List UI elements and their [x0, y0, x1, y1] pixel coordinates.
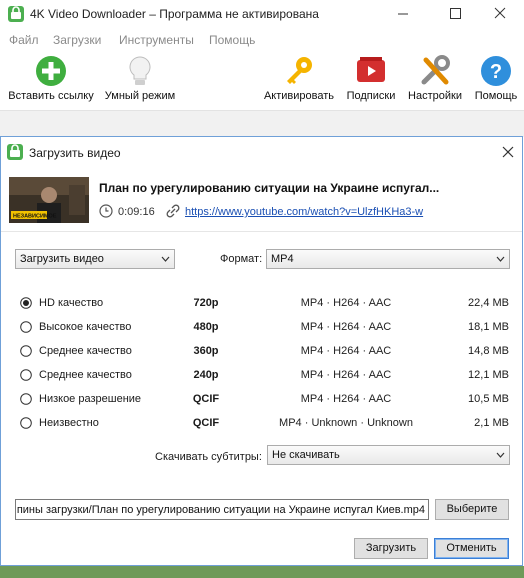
menu-file[interactable]: Файл [9, 33, 39, 47]
quality-option-row[interactable]: Неизвестно QCIF MP4 · Unknown · Unknown 2,1… [1, 413, 521, 435]
help-label: Помощь [474, 90, 518, 102]
quality-codec: MP4 · H264 · AAC [300, 297, 392, 309]
download-type-select[interactable]: Загрузить видео [15, 249, 175, 269]
quality-name: Низкое разрешение [39, 393, 142, 405]
quality-codec: MP4 · Unknown · Unknown [279, 417, 413, 429]
download-list-area [0, 111, 524, 137]
quality-radio[interactable] [20, 417, 32, 429]
window-title: 4K Video Downloader – Программа не актив… [30, 7, 319, 21]
quality-option-row[interactable]: Среднее качество 360p MP4 · H264 · AAC 14,8… [1, 341, 521, 363]
chevron-down-icon [161, 256, 170, 262]
download-video-dialog: Загрузить видео НЕЗАВИСИМОЕ План по урег… [0, 136, 523, 566]
quality-name: Среднее качество [39, 369, 132, 381]
dialog-title: Загрузить видео [29, 146, 121, 160]
format-label: Формат: [220, 253, 263, 265]
activate-label: Активировать [263, 90, 335, 102]
menu-downloads[interactable]: Загрузки [53, 33, 101, 47]
quality-option-row[interactable]: Низкое разрешение QCIF MP4 · H264 · AAC 10,… [1, 389, 521, 411]
paste-link-label: Вставить ссылку [8, 90, 94, 102]
quality-resolution: 240p [193, 369, 219, 381]
app-logo-icon [8, 6, 24, 22]
quality-radio[interactable] [20, 369, 32, 381]
paste-link-button[interactable]: Вставить ссылку [6, 54, 96, 108]
help-icon: ? [481, 56, 511, 86]
close-icon[interactable] [499, 143, 517, 161]
key-icon [287, 57, 312, 84]
quality-radio[interactable] [20, 393, 32, 405]
help-button[interactable]: ? Помощь [470, 54, 522, 108]
thumbnail-badge: НЕЗАВИСИМОЕ [13, 214, 57, 220]
subtitles-value: Не скачивать [272, 449, 340, 461]
format-value: MP4 [271, 253, 294, 265]
format-select[interactable]: MP4 [266, 249, 510, 269]
quality-codec: MP4 · H264 · AAC [300, 393, 392, 405]
link-icon [166, 204, 180, 218]
quality-size: 2,1 MB [474, 417, 509, 429]
video-duration: 0:09:16 [118, 206, 155, 218]
subtitles-label: Скачивать субтитры: [155, 451, 262, 463]
thumbnail-image: НЕЗАВИСИМОЕ [9, 177, 89, 223]
quality-option-row[interactable]: HD качество 720p MP4 · H264 · AAC 22,4 MB [1, 293, 521, 315]
chevron-down-icon [496, 256, 505, 262]
cancel-button[interactable]: Отменить [434, 538, 509, 559]
quality-codec: MP4 · H264 · AAC [300, 345, 392, 357]
smart-mode-label: Умный режим [104, 90, 176, 102]
tools-icon [421, 55, 450, 85]
plus-icon [36, 56, 66, 86]
save-path-value: пины загрузки/План по урегулированию сит… [16, 504, 425, 516]
menu-tools[interactable]: Инструменты [119, 33, 194, 47]
quality-name: Среднее качество [39, 345, 132, 357]
quality-name: HD качество [39, 297, 104, 309]
save-path-input[interactable]: пины загрузки/План по урегулированию сит… [15, 499, 429, 520]
settings-label: Настройки [408, 90, 462, 102]
menu-bar: Файл Загрузки Инструменты Помощь [0, 28, 524, 52]
maximize-icon[interactable] [432, 0, 478, 28]
quality-size: 10,5 MB [468, 393, 509, 405]
quality-radio[interactable] [20, 297, 32, 309]
quality-name: Неизвестно [39, 417, 99, 429]
title-bar: 4K Video Downloader – Программа не актив… [0, 0, 524, 28]
video-url-link[interactable]: https://www.youtube.com/watch?v=UlzfHKHa… [185, 206, 423, 218]
quality-codec: MP4 · H264 · AAC [300, 321, 392, 333]
quality-resolution: QCIF [192, 417, 220, 429]
chevron-down-icon [496, 452, 505, 458]
quality-size: 12,1 MB [468, 369, 509, 381]
download-button[interactable]: Загрузить [354, 538, 428, 559]
quality-radio[interactable] [20, 321, 32, 333]
toolbar: Вставить ссылку Умный режим Активировать… [0, 52, 524, 111]
download-type-value: Загрузить видео [20, 253, 104, 265]
quality-resolution: 480p [193, 321, 219, 333]
quality-radio[interactable] [20, 345, 32, 357]
browse-button[interactable]: Выберите [435, 499, 509, 520]
activate-button[interactable]: Активировать [262, 54, 336, 108]
video-thumbnail: НЕЗАВИСИМОЕ [9, 177, 89, 223]
app-logo-icon [7, 144, 23, 160]
subscriptions-icon [357, 57, 385, 82]
settings-button[interactable]: Настройки [406, 54, 464, 108]
video-title: План по урегулированию ситуации на Украи… [99, 181, 440, 195]
menu-help[interactable]: Помощь [209, 33, 255, 47]
quality-resolution: 360p [193, 345, 219, 357]
subscriptions-label: Подписки [346, 90, 396, 102]
quality-size: 22,4 MB [468, 297, 509, 309]
svg-text:?: ? [490, 61, 502, 83]
subtitles-select[interactable]: Не скачивать [267, 445, 510, 465]
background-window-edge [0, 566, 524, 578]
quality-size: 14,8 MB [468, 345, 509, 357]
quality-name: Высокое качество [39, 321, 132, 333]
divider [1, 231, 522, 232]
quality-size: 18,1 MB [468, 321, 509, 333]
close-window-icon[interactable] [478, 0, 524, 28]
minimize-icon[interactable] [380, 0, 426, 28]
quality-option-row[interactable]: Высокое качество 480p MP4 · H264 · AAC 18,1… [1, 317, 521, 339]
clock-icon [99, 204, 113, 218]
subscriptions-button[interactable]: Подписки [342, 54, 400, 108]
lightbulb-icon [129, 56, 151, 85]
quality-option-row[interactable]: Среднее качество 240p MP4 · H264 · AAC 12,1… [1, 365, 521, 387]
quality-codec: MP4 · H264 · AAC [300, 369, 392, 381]
quality-resolution: 720p [193, 297, 219, 309]
smart-mode-button[interactable]: Умный режим [100, 54, 180, 108]
quality-resolution: QCIF [192, 393, 220, 405]
